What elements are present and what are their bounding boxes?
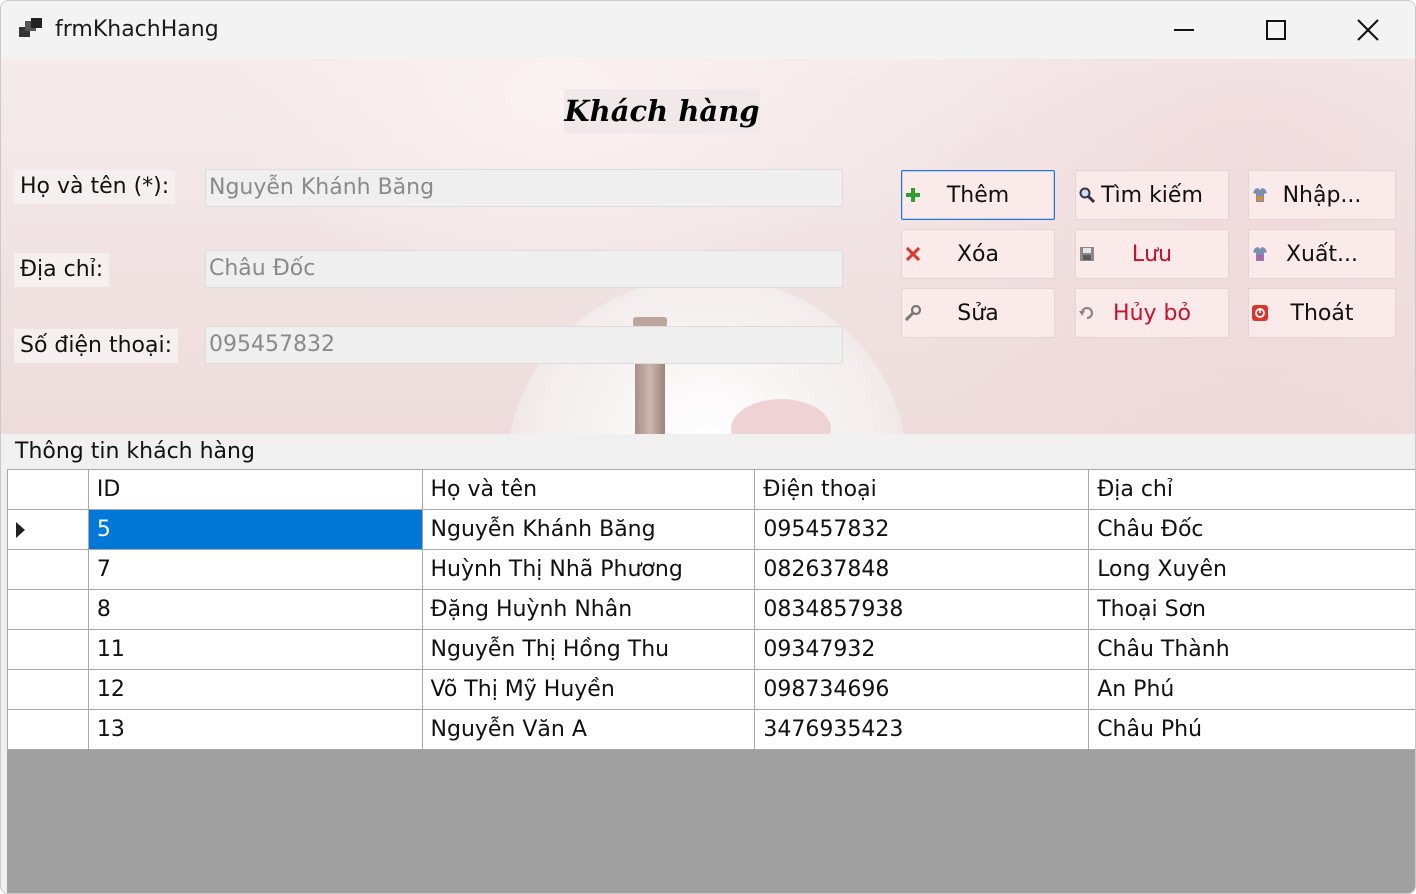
exit-button[interactable]: Thoát [1248,288,1396,338]
row-header[interactable] [7,629,89,670]
table-cell-name[interactable]: Đặng Huỳnh Nhân [421,589,756,630]
customer-table: ID Họ và tên Điện thoại Địa chỉ 5 Nguyễn… [7,469,1415,750]
row-header[interactable] [7,669,89,710]
row-header[interactable] [7,589,89,630]
export-button[interactable]: Xuất... [1248,229,1396,279]
edit-button-label: Sửa [957,300,999,326]
table-cell-phone[interactable]: 09347932 [754,629,1090,670]
delete-button[interactable]: Xóa [901,229,1055,279]
table-cell-id[interactable]: 13 [87,709,423,750]
table-cell-name[interactable]: Võ Thị Mỹ Huyền [421,669,756,710]
cancel-button-label: Hủy bỏ [1113,300,1191,326]
table-cell-address[interactable]: Châu Thành [1088,629,1415,670]
table-cell-address[interactable]: An Phú [1088,669,1415,710]
app-icon [19,18,42,37]
column-header-phone[interactable]: Điện thoại [754,469,1090,510]
table-header-row: ID Họ và tên Điện thoại Địa chỉ [7,469,1415,510]
table-cell-address[interactable]: Châu Đốc [1088,509,1415,550]
table-cell-phone[interactable]: 095457832 [754,509,1090,550]
table-cell-phone[interactable]: 082637848 [754,549,1090,590]
column-header-address[interactable]: Địa chỉ [1088,469,1415,510]
export-button-label: Xuất... [1285,241,1359,267]
table-cell-name[interactable]: Nguyễn Khánh Băng [421,509,756,550]
table-cell-name[interactable]: Nguyễn Thị Hồng Thu [421,629,756,670]
import-button-label: Nhập... [1282,182,1362,208]
row-header-corner [7,469,89,510]
maximize-button[interactable] [1230,1,1322,59]
row-header[interactable] [7,709,89,750]
table-cell-name[interactable]: Nguyễn Văn A [421,709,756,750]
table-row[interactable]: 11 Nguyễn Thị Hồng Thu 09347932 Châu Thà… [7,629,1415,670]
cancel-button[interactable]: Hủy bỏ [1075,288,1229,338]
search-button[interactable]: Tìm kiếm [1075,170,1229,220]
table-row[interactable]: 5 Nguyễn Khánh Băng 095457832 Châu Đốc [7,509,1415,550]
table-cell-id[interactable]: 7 [87,549,423,590]
add-button-label: Thêm [946,182,1010,208]
table-cell-id[interactable]: 11 [87,629,423,670]
minimize-icon [1174,29,1194,31]
window-title: frmKhachHang [55,17,219,42]
save-button-label: Lưu [1131,241,1173,267]
close-button[interactable] [1322,1,1414,59]
title-bar[interactable]: frmKhachHang [1,1,1415,59]
minimize-button[interactable] [1138,1,1230,59]
column-header-name[interactable]: Họ và tên [421,469,756,510]
address-field[interactable]: Châu Đốc [205,250,843,288]
phone-field[interactable]: 095457832 [205,326,843,364]
import-button[interactable]: Nhập... [1248,170,1396,220]
table-cell-address[interactable]: Long Xuyên [1088,549,1415,590]
app-window: frmKhachHang Khách hàng Họ và tên (*): N… [0,0,1416,894]
maximize-icon [1266,20,1286,40]
table-cell-phone[interactable]: 3476935423 [754,709,1090,750]
table-row[interactable]: 13 Nguyễn Văn A 3476935423 Châu Phú [7,709,1415,750]
phone-label: Số điện thoại: [14,329,179,363]
close-icon [1357,19,1379,41]
table-cell-id[interactable]: 8 [87,589,423,630]
customer-data-grid[interactable]: ID Họ và tên Điện thoại Địa chỉ 5 Nguyễn… [7,469,1415,893]
row-header[interactable] [7,549,89,590]
table-row[interactable]: 7 Huỳnh Thị Nhã Phương 082637848 Long Xu… [7,549,1415,590]
search-button-label: Tìm kiếm [1101,182,1203,208]
address-label: Địa chỉ: [14,253,110,287]
table-cell-phone[interactable]: 0834857938 [754,589,1090,630]
group-box-title: Thông tin khách hàng [15,439,255,464]
name-label: Họ và tên (*): [14,170,176,204]
table-row[interactable]: 12 Võ Thị Mỹ Huyền 098734696 An Phú [7,669,1415,710]
form-heading: Khách hàng [564,89,760,133]
table-cell-address[interactable]: Châu Phú [1088,709,1415,750]
table-cell-address[interactable]: Thoại Sơn [1088,589,1415,630]
column-header-id[interactable]: ID [87,469,423,510]
save-button[interactable]: Lưu [1075,229,1229,279]
current-row-arrow-icon [16,522,25,538]
table-cell-name[interactable]: Huỳnh Thị Nhã Phương [421,549,756,590]
table-row[interactable]: 8 Đặng Huỳnh Nhân 0834857938 Thoại Sơn [7,589,1415,630]
exit-button-label: Thoát [1290,300,1354,326]
row-header-selected[interactable] [7,509,89,550]
form-panel: Khách hàng Họ và tên (*): Nguyễn Khánh B… [1,59,1415,434]
edit-button[interactable]: Sửa [901,288,1055,338]
table-cell-phone[interactable]: 098734696 [754,669,1090,710]
add-button[interactable]: Thêm [901,170,1055,220]
delete-button-label: Xóa [956,241,999,267]
table-cell-id[interactable]: 12 [87,669,423,710]
name-field[interactable]: Nguyễn Khánh Băng [205,169,843,207]
table-cell-id[interactable]: 5 [87,509,423,550]
